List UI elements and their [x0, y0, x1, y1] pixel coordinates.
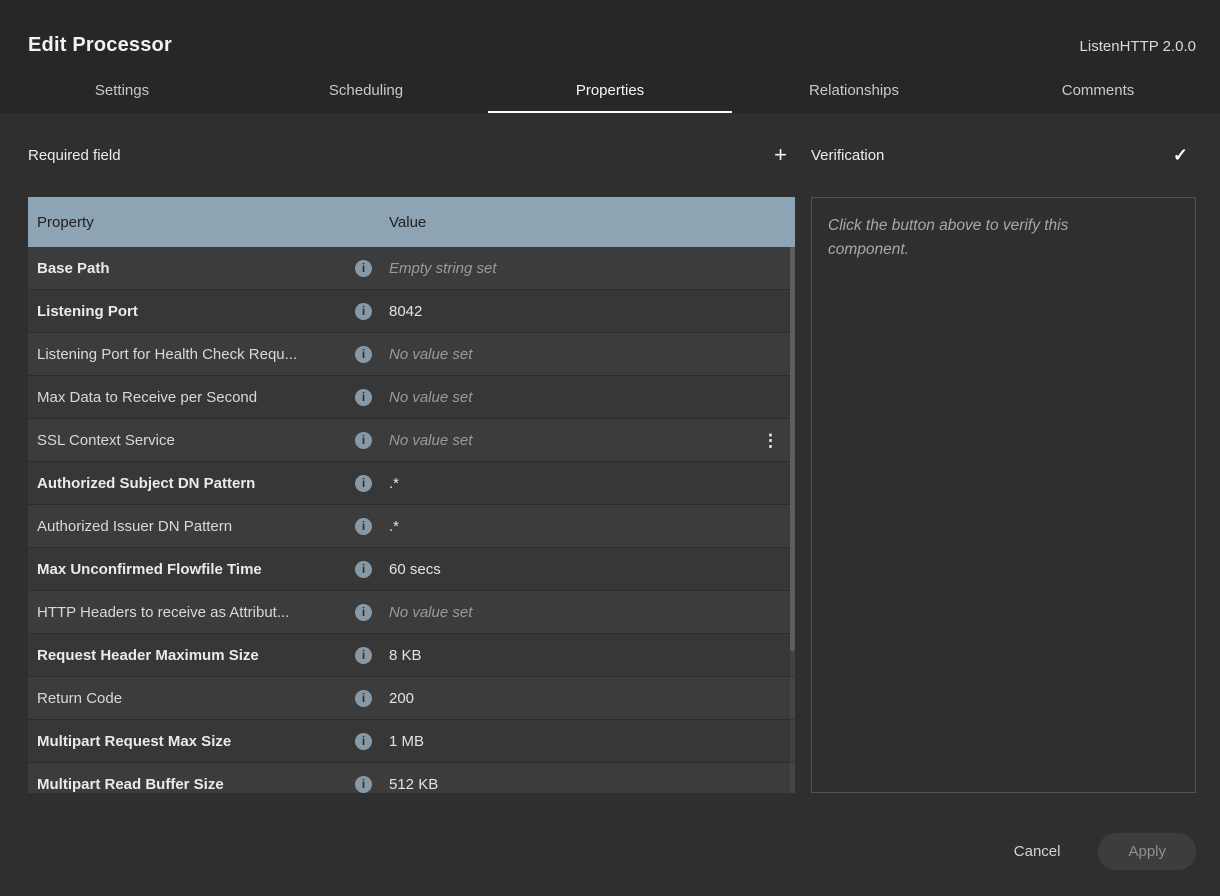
- property-name: Max Data to Receive per Second: [37, 389, 257, 406]
- table-header-row: Property Value: [28, 197, 795, 247]
- table-row[interactable]: Max Unconfirmed Flowfile Time i 60 secs: [28, 548, 795, 591]
- verification-section: Verification ✓ Click the button above to…: [811, 113, 1196, 793]
- apply-button[interactable]: Apply: [1098, 833, 1196, 870]
- tab-properties[interactable]: Properties: [488, 71, 732, 113]
- property-name: Authorized Subject DN Pattern: [37, 475, 255, 492]
- required-field-heading: Required field: [28, 147, 121, 164]
- info-icon: i: [355, 346, 372, 363]
- table-row[interactable]: Authorized Issuer DN Pattern i .*: [28, 505, 795, 548]
- property-value: .*: [389, 475, 399, 492]
- tab-bar: SettingsSchedulingPropertiesRelationship…: [0, 71, 1220, 113]
- info-icon: i: [355, 690, 372, 707]
- tab-scheduling[interactable]: Scheduling: [244, 71, 488, 113]
- scrollbar-thumb[interactable]: [790, 247, 795, 651]
- property-name: Base Path: [37, 260, 110, 277]
- info-icon: i: [355, 389, 372, 406]
- verification-panel: Click the button above to verify this co…: [811, 197, 1196, 793]
- property-value: 60 secs: [389, 561, 441, 578]
- column-header-value: Value: [380, 214, 795, 231]
- processor-type-version: ListenHTTP 2.0.0: [1080, 38, 1196, 55]
- property-value: 8 KB: [389, 647, 422, 664]
- property-value: No value set: [389, 604, 472, 621]
- property-name: Listening Port for Health Check Requ...: [37, 346, 297, 363]
- property-value: 200: [389, 690, 414, 707]
- edit-processor-dialog: Edit Processor ListenHTTP 2.0.0 Settings…: [0, 0, 1220, 896]
- property-name: Multipart Read Buffer Size: [37, 776, 224, 793]
- plus-icon: +: [774, 142, 787, 167]
- property-value: No value set: [389, 432, 472, 449]
- tab-relationships[interactable]: Relationships: [732, 71, 976, 113]
- dialog-header: Edit Processor ListenHTTP 2.0.0 Settings…: [0, 0, 1220, 113]
- property-name: HTTP Headers to receive as Attribut...: [37, 604, 289, 621]
- table-row[interactable]: SSL Context Service i No value set ⋮: [28, 419, 795, 462]
- property-name: Multipart Request Max Size: [37, 733, 231, 750]
- info-icon: i: [355, 518, 372, 535]
- table-row[interactable]: Authorized Subject DN Pattern i .*: [28, 462, 795, 505]
- property-value: No value set: [389, 346, 472, 363]
- table-row[interactable]: HTTP Headers to receive as Attribut... iN…: [28, 591, 795, 634]
- table-scrollbar[interactable]: [790, 247, 795, 793]
- property-value: 1 MB: [389, 733, 424, 750]
- table-row[interactable]: Base Path i Empty string set: [28, 247, 795, 290]
- table-row[interactable]: Listening Port for Health Check Requ... i…: [28, 333, 795, 376]
- table-row[interactable]: Multipart Read Buffer Size i 512 KB: [28, 763, 795, 793]
- property-name: Request Header Maximum Size: [37, 647, 259, 664]
- property-value: 512 KB: [389, 776, 438, 793]
- more-options-icon[interactable]: ⋮: [762, 432, 779, 449]
- property-value: .*: [389, 518, 399, 535]
- table-row[interactable]: Return Code i 200: [28, 677, 795, 720]
- properties-section: Required field + Property Value Base Pat…: [28, 113, 795, 793]
- info-icon: i: [355, 776, 372, 793]
- property-name: Max Unconfirmed Flowfile Time: [37, 561, 262, 578]
- verify-button[interactable]: ✓: [1165, 142, 1196, 168]
- info-icon: i: [355, 561, 372, 578]
- column-header-property: Property: [28, 214, 380, 231]
- info-icon: i: [355, 475, 372, 492]
- dialog-footer: Cancel Apply: [0, 793, 1220, 896]
- dialog-body: Required field + Property Value Base Pat…: [0, 113, 1220, 793]
- add-property-button[interactable]: +: [766, 140, 795, 170]
- dialog-title: Edit Processor: [28, 34, 172, 57]
- verification-message: Click the button above to verify this co…: [828, 214, 1128, 262]
- check-icon: ✓: [1173, 145, 1188, 165]
- verification-heading: Verification: [811, 147, 884, 164]
- table-row[interactable]: Listening Port i 8042: [28, 290, 795, 333]
- info-icon: i: [355, 260, 372, 277]
- property-name: Return Code: [37, 690, 122, 707]
- property-name: Listening Port: [37, 303, 138, 320]
- info-icon: i: [355, 432, 372, 449]
- property-name: SSL Context Service: [37, 432, 175, 449]
- table-row[interactable]: Multipart Request Max Size i 1 MB: [28, 720, 795, 763]
- property-name: Authorized Issuer DN Pattern: [37, 518, 232, 535]
- cancel-button[interactable]: Cancel: [1002, 835, 1073, 868]
- info-icon: i: [355, 303, 372, 320]
- properties-table: Property Value Base Path i Empty string se…: [28, 197, 795, 793]
- property-value: No value set: [389, 389, 472, 406]
- info-icon: i: [355, 647, 372, 664]
- info-icon: i: [355, 604, 372, 621]
- table-row[interactable]: Max Data to Receive per Second i No value …: [28, 376, 795, 419]
- property-value: Empty string set: [389, 260, 497, 277]
- tab-settings[interactable]: Settings: [0, 71, 244, 113]
- info-icon: i: [355, 733, 372, 750]
- table-row[interactable]: Request Header Maximum Size i 8 KB: [28, 634, 795, 677]
- property-value: 8042: [389, 303, 422, 320]
- tab-comments[interactable]: Comments: [976, 71, 1220, 113]
